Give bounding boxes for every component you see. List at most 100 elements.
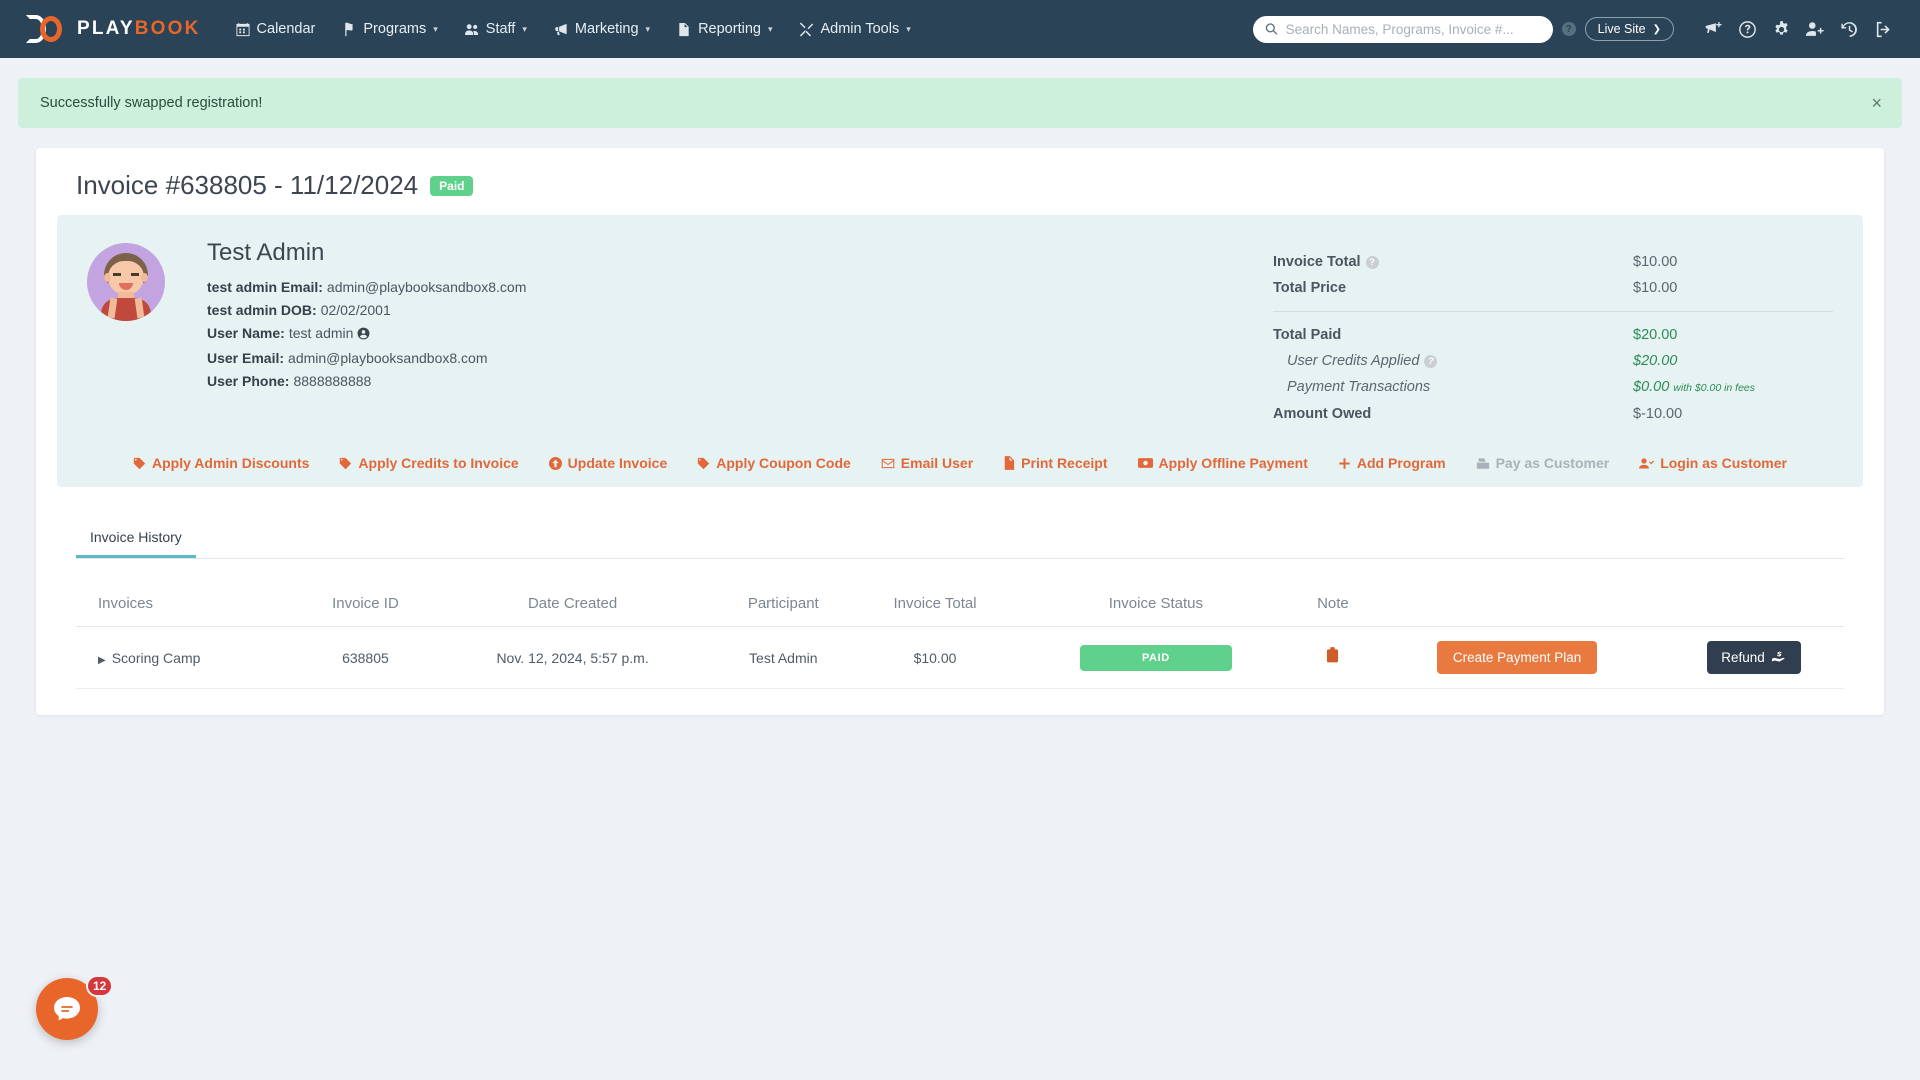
cell-note[interactable]	[1295, 626, 1371, 689]
clipboard-icon[interactable]	[1326, 647, 1339, 667]
add-user-button[interactable]	[1798, 12, 1832, 46]
tag-icon	[698, 457, 710, 469]
detail-label: User Phone:	[207, 373, 290, 389]
tag-icon	[133, 457, 146, 469]
chevron-down-icon: ▾	[767, 23, 773, 34]
col-date-created: Date Created	[432, 585, 713, 627]
tab-invoice-history[interactable]: Invoice History	[76, 521, 196, 558]
main-nav: Calendar Programs ▾ Staff ▾ Marketing ▾ …	[235, 21, 911, 37]
update-invoice-action[interactable]: Update Invoice	[548, 455, 667, 471]
chevron-right-icon[interactable]: ▶	[98, 655, 106, 666]
apply-credits-to-invoice-action[interactable]: Apply Credits to Invoice	[339, 455, 519, 471]
totals-value: $20.00	[1633, 327, 1678, 343]
global-search[interactable]	[1252, 15, 1553, 43]
totals-divider	[1273, 311, 1833, 312]
history-button[interactable]	[1832, 12, 1866, 46]
totals-value: $10.00	[1633, 254, 1678, 270]
detail-row-admin-dob: test admin DOB: 02/02/2001	[207, 299, 1273, 322]
action-label: Apply Coupon Code	[716, 455, 851, 471]
envelope-icon	[881, 458, 895, 468]
nav-item-admin-tools[interactable]: Admin Tools ▾	[798, 21, 911, 37]
chevron-down-icon: ▾	[906, 23, 911, 34]
totals-label: Amount Owed	[1273, 406, 1372, 422]
alert-close-icon[interactable]: ×	[1871, 94, 1882, 112]
apply-coupon-code-action[interactable]: Apply Coupon Code	[697, 455, 851, 471]
fee-note: with $0.00 in fees	[1673, 382, 1756, 394]
avatar	[87, 243, 165, 321]
chevron-right-icon: ❯	[1652, 23, 1661, 35]
plus-icon	[1339, 457, 1350, 469]
playbook-logo[interactable]: PLAYBOOK	[26, 13, 201, 45]
users-icon	[464, 23, 478, 35]
totals-label: Total Price	[1273, 280, 1347, 296]
nav-item-programs[interactable]: Programs ▾	[341, 21, 438, 37]
apply-offline-payment-action[interactable]: Apply Offline Payment	[1137, 455, 1308, 471]
nav-label-marketing: Marketing	[574, 21, 639, 37]
search-help-icon[interactable]: ?	[1561, 22, 1576, 36]
navbar-right-group: ? Live Site ❯	[1252, 0, 1900, 58]
chevron-down-icon: ▾	[645, 23, 651, 34]
col-invoices: Invoices	[76, 585, 299, 627]
totals-row-total-price: Total Price $10.00	[1273, 275, 1833, 301]
detail-value: admin@playbooksandbox8.com	[326, 279, 527, 295]
print-receipt-action[interactable]: Print Receipt	[1003, 455, 1108, 471]
nav-item-calendar[interactable]: Calendar	[235, 21, 315, 37]
nav-item-staff[interactable]: Staff ▾	[464, 21, 527, 37]
detail-row-admin-email: test admin Email: admin@playbooksandbox8.…	[207, 276, 1273, 299]
brand-word-play: PLAY	[77, 18, 135, 39]
detail-value: admin@playbooksandbox8.com	[288, 350, 488, 366]
pay-as-customer-action: Pay as Customer	[1476, 455, 1610, 471]
nav-label-reporting: Reporting	[698, 21, 761, 37]
logout-button[interactable]	[1866, 12, 1900, 46]
help-button[interactable]	[1730, 12, 1764, 46]
help-icon[interactable]: ?	[1365, 256, 1379, 269]
action-label: Apply Credits to Invoice	[358, 455, 519, 471]
totals-label: User Credits Applied	[1287, 353, 1420, 369]
nav-item-marketing[interactable]: Marketing ▾	[553, 21, 650, 37]
action-label: Add Program	[1356, 455, 1446, 471]
col-note: Note	[1295, 585, 1371, 627]
login-as-customer-action[interactable]: Login as Customer	[1639, 455, 1787, 471]
announcement-add-icon	[1705, 21, 1721, 33]
add-program-action[interactable]: Add Program	[1338, 455, 1446, 471]
person-circle-icon[interactable]	[357, 324, 370, 347]
action-label: Apply Admin Discounts	[152, 455, 310, 471]
col-invoice-total: Invoice Total	[853, 585, 1017, 627]
announcement-add-button[interactable]	[1696, 12, 1730, 46]
chat-icon	[54, 997, 80, 1021]
search-input[interactable]	[1285, 21, 1541, 37]
totals-label-wrap: User Credits Applied?	[1273, 348, 1633, 374]
settings-button[interactable]	[1764, 12, 1798, 46]
action-label: Print Receipt	[1021, 455, 1108, 471]
nav-item-reporting[interactable]: Reporting ▾	[676, 21, 772, 37]
detail-label: User Name:	[207, 325, 285, 341]
invoice-actions: Apply Admin Discounts Apply Credits to I…	[87, 455, 1833, 471]
register-icon	[1476, 457, 1489, 469]
col-payment-plan	[1370, 585, 1664, 627]
live-site-button[interactable]: Live Site ❯	[1584, 17, 1674, 41]
document-icon	[679, 22, 689, 36]
avatar-container	[87, 239, 207, 427]
cash-icon	[1137, 458, 1153, 468]
cell-refund: Refund	[1663, 626, 1844, 689]
help-icon[interactable]: ?	[1424, 355, 1438, 368]
apply-admin-discounts-action[interactable]: Apply Admin Discounts	[133, 455, 309, 471]
detail-row-user-email: User Email: admin@playbooksandbox8.com	[207, 347, 1273, 370]
create-payment-plan-button[interactable]: Create Payment Plan	[1436, 641, 1598, 674]
cell-invoice-id: 638805	[298, 626, 433, 689]
hand-cash-icon	[1771, 651, 1785, 662]
email-user-action[interactable]: Email User	[881, 455, 973, 471]
cell-invoice-name[interactable]: ▶ Scoring Camp	[76, 626, 299, 689]
detail-row-user-name: User Name: test admin	[207, 322, 1273, 347]
totals-row-payment-transactions: Payment Transactions $0.00 with $0.00 in …	[1273, 374, 1833, 401]
table-row: ▶ Scoring Camp 638805 Nov. 12, 2024, 5:57…	[76, 626, 1844, 689]
totals-row-user-credits: User Credits Applied? $20.00	[1273, 348, 1833, 374]
tools-icon	[800, 21, 814, 36]
action-label: Pay as Customer	[1495, 455, 1610, 471]
page-title-text: Invoice #638805 - 11/12/2024	[76, 170, 419, 200]
nav-label-programs: Programs	[363, 21, 427, 37]
chevron-down-icon: ▾	[522, 23, 527, 34]
tab-bar: Invoice History	[76, 521, 1844, 559]
cell-participant: Test Admin	[712, 626, 854, 689]
refund-button[interactable]: Refund	[1707, 641, 1801, 674]
